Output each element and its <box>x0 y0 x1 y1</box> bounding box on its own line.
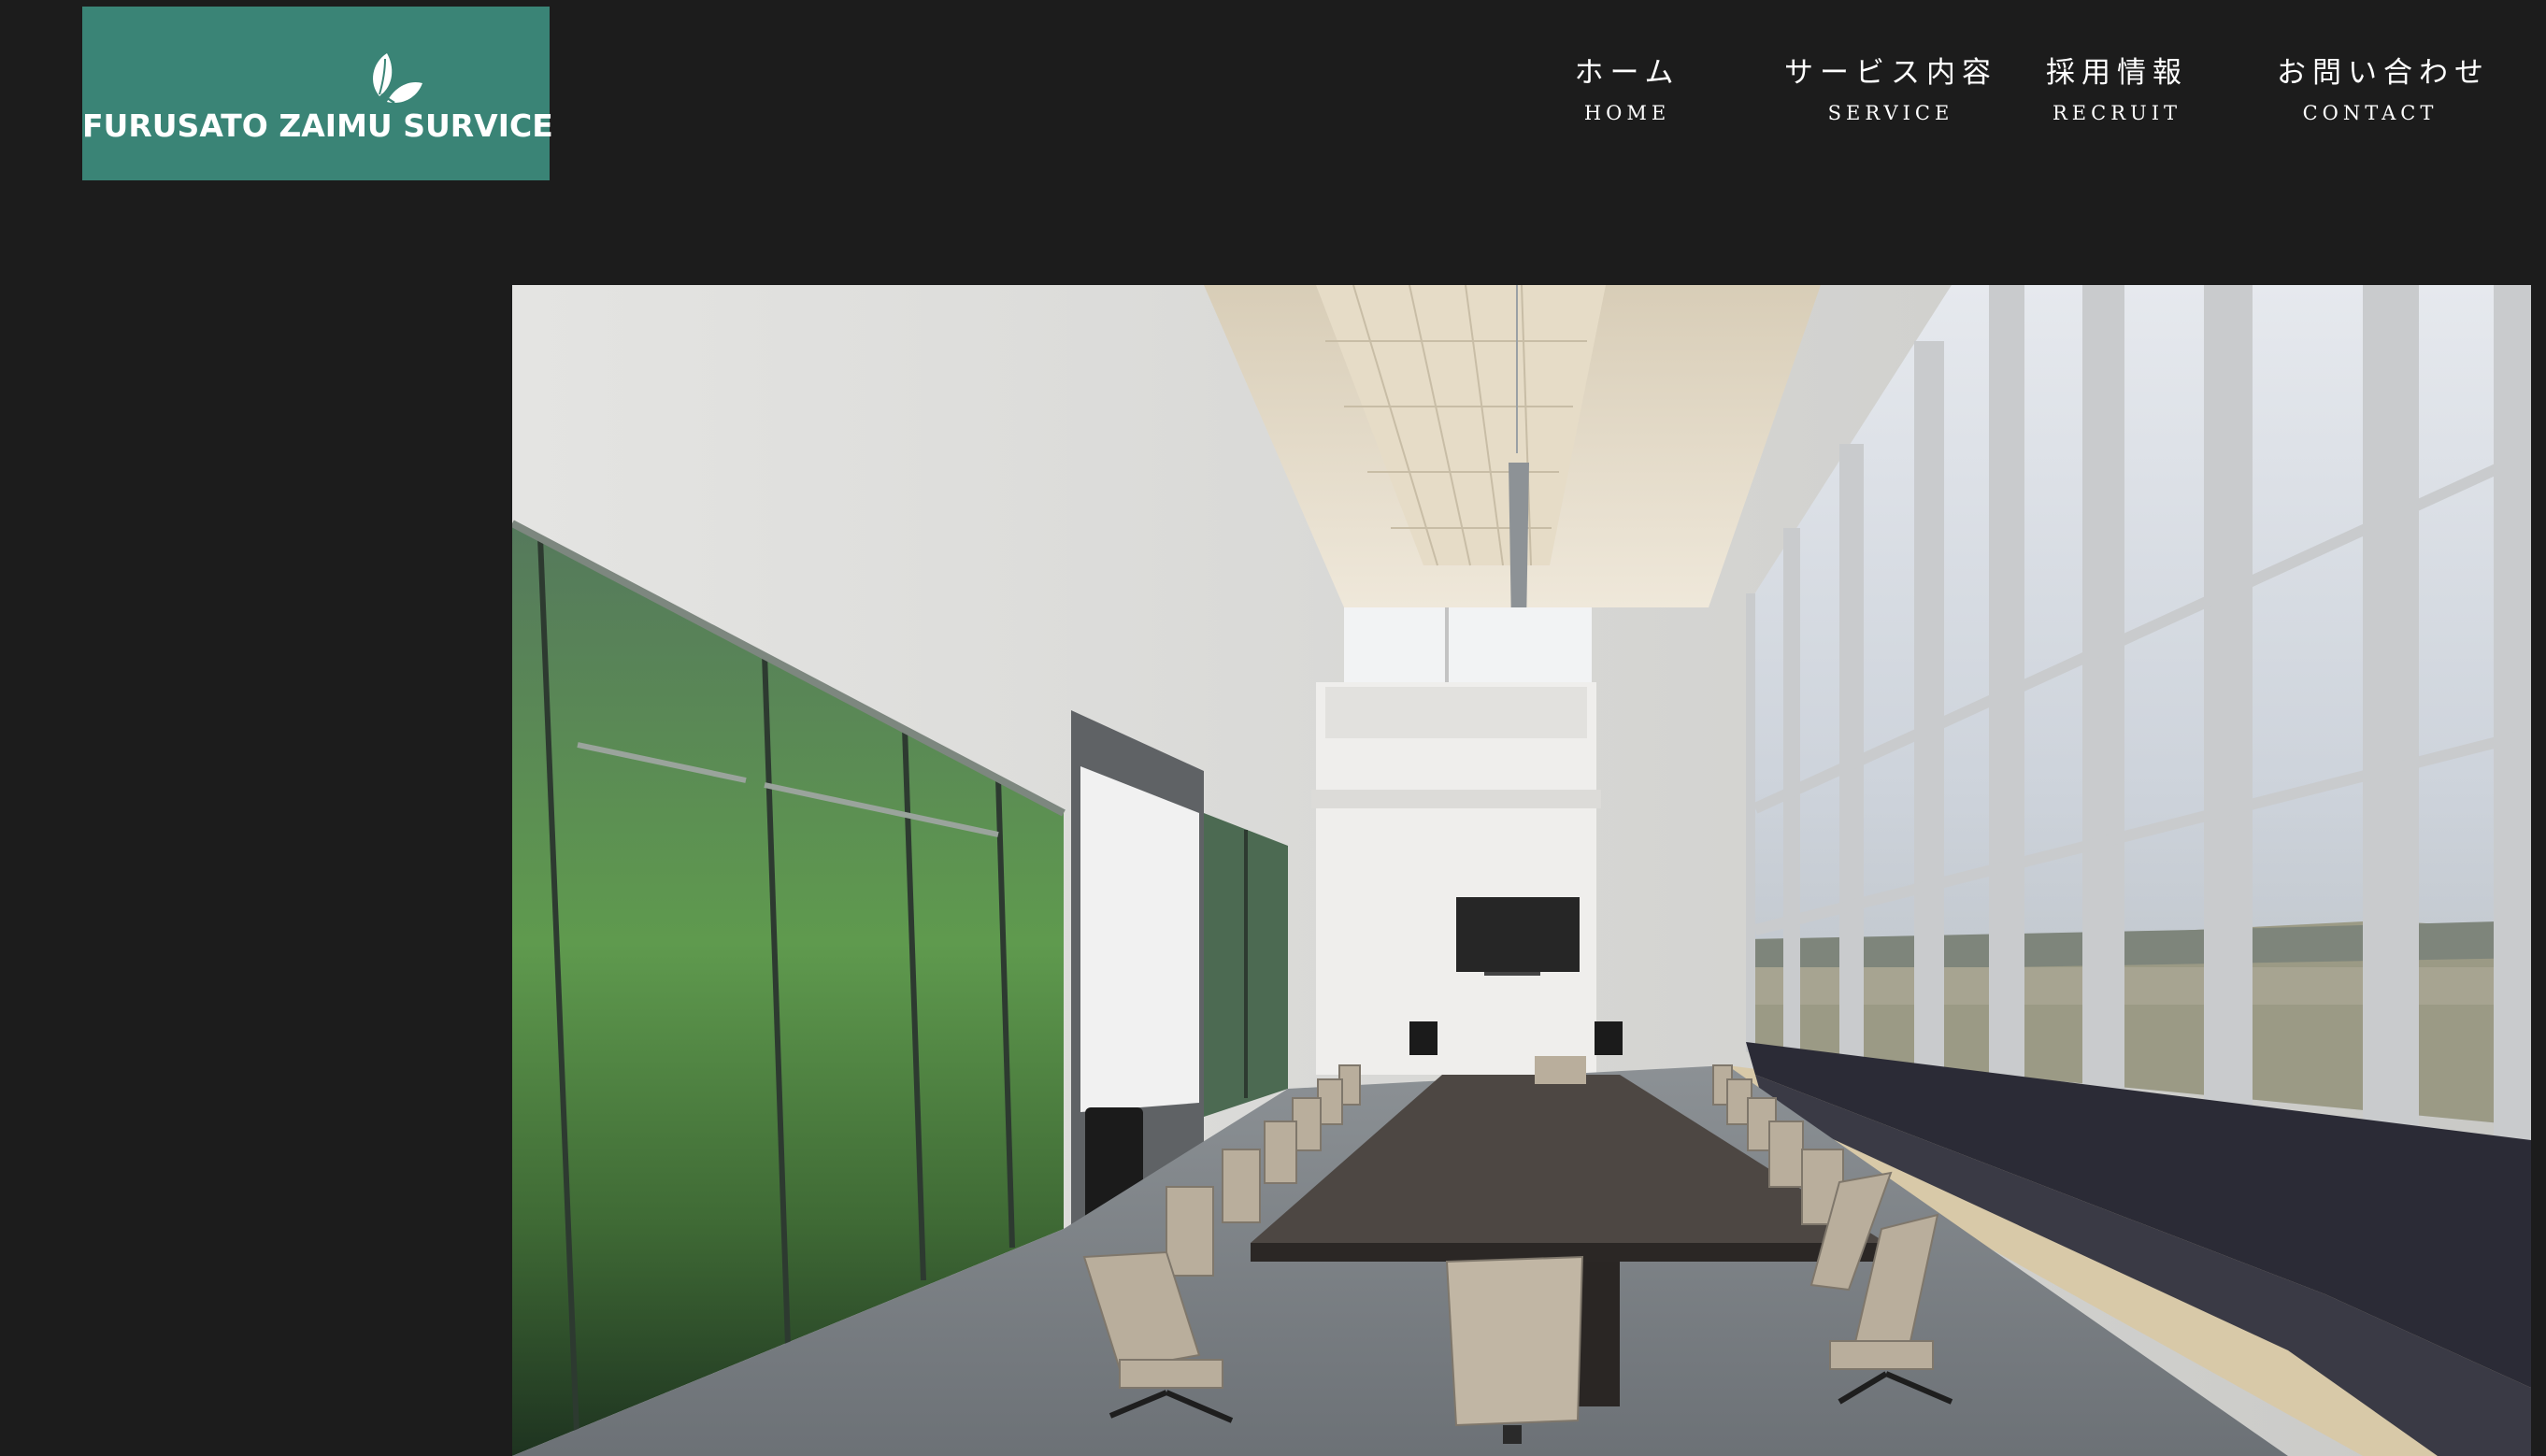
nav-item-contact-label-en: CONTACT <box>2302 102 2439 124</box>
nav-item-contact[interactable]: お問い合わせ CONTACT <box>2277 52 2490 127</box>
logo-link[interactable]: FURUSATO ZAIMU SURVICE <box>82 7 553 180</box>
nav-item-service-label-en: SERVICE <box>1827 102 1954 124</box>
nav-item-service-label-jp: サービス内容 <box>1784 56 1997 90</box>
main-nav: ホーム HOME サービス内容 SERVICE 採用情報 RECRUIT お問い… <box>1557 52 2490 127</box>
conference-room-photo <box>512 285 2531 1456</box>
nav-item-home-label-en: HOME <box>1583 102 1671 124</box>
nav-item-contact-label-jp: お問い合わせ <box>2277 56 2490 90</box>
nav-item-home[interactable]: ホーム HOME <box>1557 52 1697 127</box>
leaf-icon <box>373 53 422 105</box>
logo-text: FURUSATO ZAIMU SURVICE <box>82 107 553 144</box>
nav-item-service[interactable]: サービス内容 SERVICE <box>1783 52 1998 127</box>
nav-item-recruit[interactable]: 採用情報 RECRUIT <box>2038 52 2196 127</box>
nav-item-recruit-label-jp: 採用情報 <box>2046 56 2188 90</box>
nav-item-recruit-label-en: RECRUIT <box>2052 102 2182 124</box>
nav-item-home-label-jp: ホーム <box>1574 56 1681 90</box>
hero-image <box>512 285 2531 1456</box>
